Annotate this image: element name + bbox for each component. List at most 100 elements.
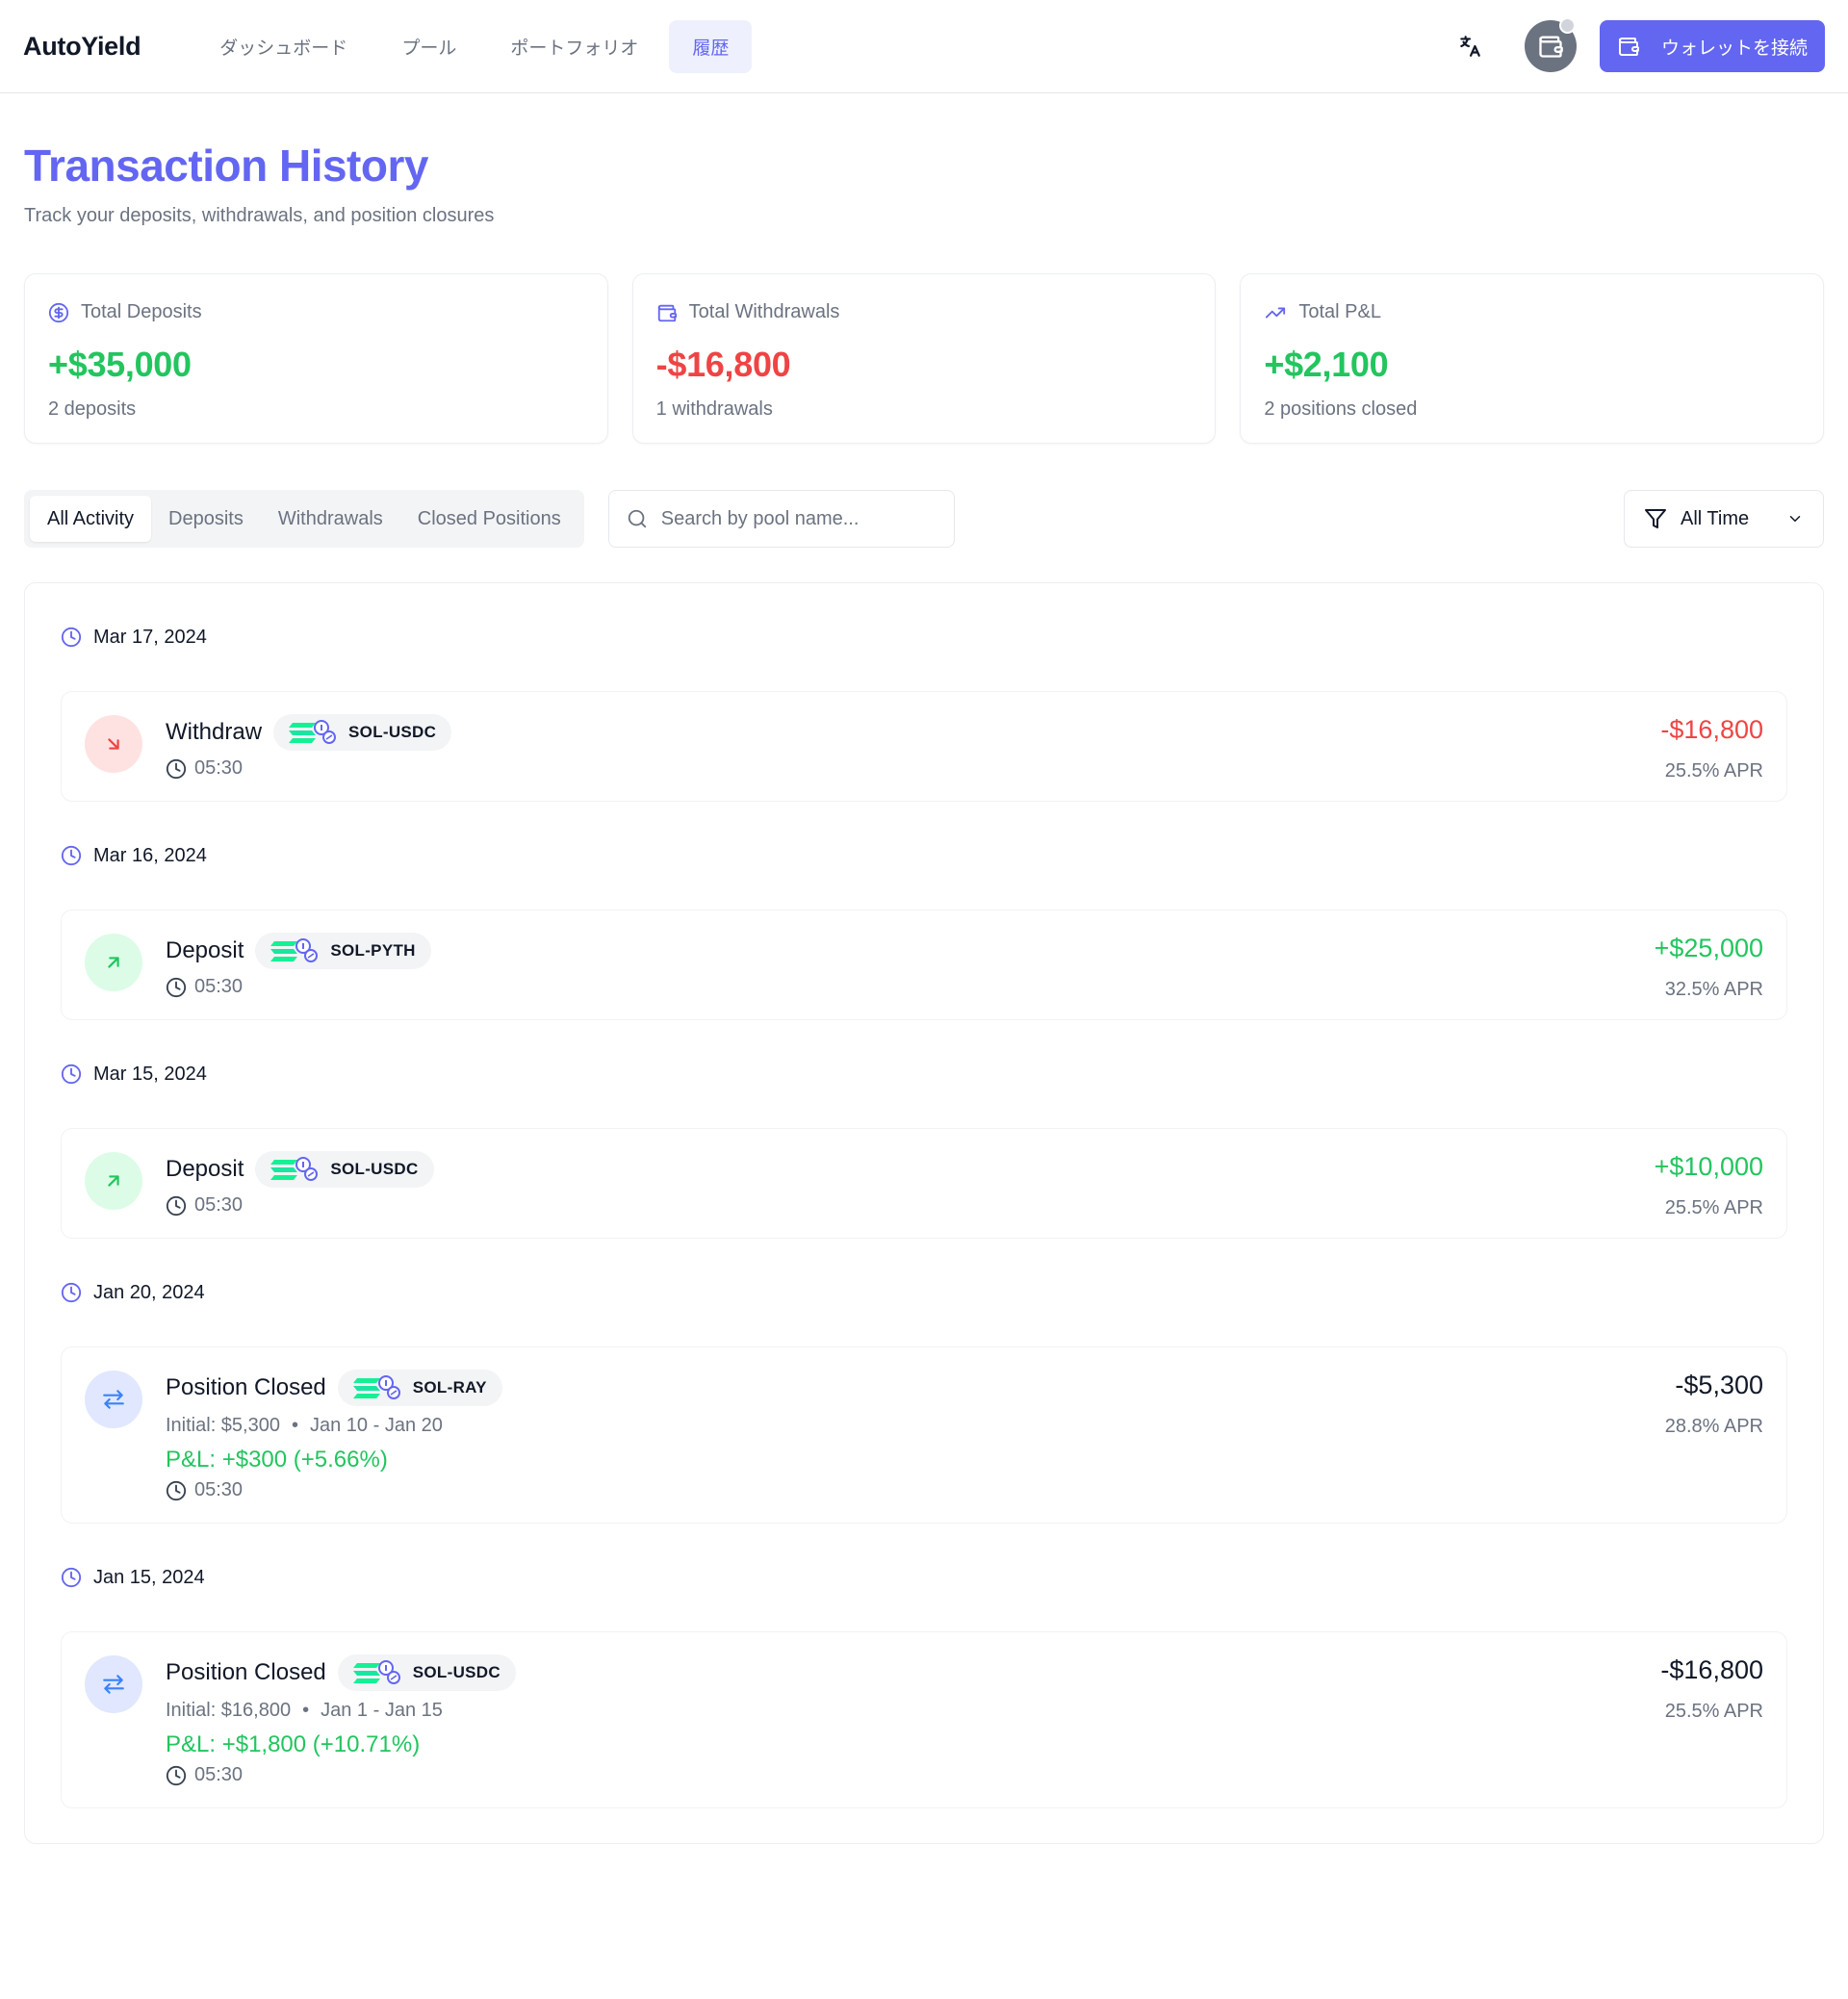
main-nav: ダッシュボード プール ポートフォリオ 履歴 xyxy=(196,19,753,73)
pool-badge[interactable]: SOL-USDC xyxy=(273,714,452,751)
pool-badge[interactable]: SOL-USDC xyxy=(337,1654,516,1691)
initial-amount: Initial: $5,300 xyxy=(166,1415,280,1436)
stat-value: +$2,100 xyxy=(1264,345,1389,384)
stat-card-total-deposits: Total Deposits +$35,000 2 deposits xyxy=(24,273,608,444)
transaction-amount: +$10,000 xyxy=(1654,1152,1763,1181)
clock-icon xyxy=(61,627,82,648)
transaction-time: 05:30 xyxy=(166,757,451,780)
clock-icon xyxy=(166,977,187,997)
swap-arrows-icon xyxy=(103,1675,124,1694)
arrow-down-right-icon xyxy=(108,738,119,750)
wallet-icon xyxy=(1539,36,1563,58)
nav-history[interactable]: 履歴 xyxy=(669,19,753,73)
nav-pools[interactable]: プール xyxy=(378,20,479,73)
tab-closed-positions[interactable]: Closed Positions xyxy=(400,496,578,542)
transaction-row[interactable]: Deposit SOL-PYTH 05:30 +$25,000 32.5% AP… xyxy=(61,910,1787,1020)
transaction-amount: -$16,800 xyxy=(1660,715,1763,744)
transaction-type-icon xyxy=(85,1371,142,1428)
transaction-amount-block: -$16,800 25.5% APR xyxy=(1660,1655,1763,1723)
transaction-amount: -$5,300 xyxy=(1675,1371,1763,1399)
transaction-list: Mar 17, 2024 Withdraw SOL-USDC 05:30 -$1… xyxy=(24,582,1824,1844)
group-date: Mar 17, 2024 xyxy=(93,626,207,648)
pool-badge[interactable]: SOL-PYTH xyxy=(255,933,431,969)
date-group: Jan 20, 2024 Position Closed SOL-RAY Ini… xyxy=(61,1262,1787,1524)
tab-deposits[interactable]: Deposits xyxy=(151,496,261,542)
pool-badge[interactable]: SOL-USDC xyxy=(255,1151,434,1188)
transaction-time: 05:30 xyxy=(166,1194,434,1217)
group-date: Jan 20, 2024 xyxy=(93,1281,205,1303)
transaction-details: Position Closed SOL-RAY Initial: $5,300 … xyxy=(166,1369,502,1501)
nav-dashboard[interactable]: ダッシュボード xyxy=(196,20,371,73)
time-value: 05:30 xyxy=(194,976,244,997)
arrow-up-right-icon xyxy=(108,1175,119,1187)
clock-icon xyxy=(61,845,82,866)
group-date: Mar 15, 2024 xyxy=(93,1063,207,1085)
tab-all-activity[interactable]: All Activity xyxy=(30,496,152,542)
nav-portfolio[interactable]: ポートフォリオ xyxy=(487,20,661,73)
transaction-amount-block: +$10,000 25.5% APR xyxy=(1655,1152,1763,1219)
transaction-row[interactable]: Withdraw SOL-USDC 05:30 -$16,800 25.5% A… xyxy=(61,691,1787,802)
transaction-type-icon xyxy=(85,934,142,991)
brand-logo[interactable]: AutoYield xyxy=(23,32,141,62)
group-date: Jan 15, 2024 xyxy=(93,1566,205,1588)
transaction-time: 05:30 xyxy=(166,1764,516,1786)
meta-separator: • xyxy=(302,1700,310,1721)
clock-icon xyxy=(61,1567,82,1588)
avatar[interactable] xyxy=(1524,17,1577,72)
position-details: Initial: $5,300 • Jan 10 - Jan 20 P&L: +$30… xyxy=(166,1415,502,1474)
clock-icon xyxy=(166,1195,187,1216)
stat-value: -$16,800 xyxy=(655,345,791,384)
group-date-header: Mar 16, 2024 xyxy=(61,825,1787,886)
stat-card-total-withdrawals: Total Withdrawals -$16,800 1 withdrawals xyxy=(631,273,1217,444)
stat-caption: 1 withdrawals xyxy=(655,398,773,420)
dollar-circle-icon xyxy=(48,302,69,322)
transaction-row[interactable]: Position Closed SOL-RAY Initial: $5,300 … xyxy=(61,1346,1787,1524)
filter-controls: All Activity Deposits Withdrawals Closed… xyxy=(24,490,1824,548)
stat-label: Total P&L xyxy=(1298,301,1381,322)
header-actions: ウォレットを接続 xyxy=(1444,17,1825,72)
transaction-type-icon xyxy=(85,1152,142,1210)
search-input[interactable] xyxy=(660,507,931,530)
wallet-icon xyxy=(657,304,677,321)
clock-icon xyxy=(166,1765,187,1785)
stat-caption: 2 positions closed xyxy=(1264,398,1418,420)
filter-icon xyxy=(1645,509,1666,528)
time-value: 05:30 xyxy=(194,1764,244,1785)
top-navigation-bar: AutoYield ダッシュボード プール ポートフォリオ 履歴 ウォレットを接… xyxy=(0,0,1848,93)
swap-arrows-icon xyxy=(103,1390,124,1409)
pool-token-icon xyxy=(352,1375,400,1399)
pool-badge[interactable]: SOL-RAY xyxy=(337,1370,502,1406)
transaction-type: Position Closed xyxy=(166,1659,326,1685)
stat-card-total-pnl: Total P&L +$2,100 2 positions closed xyxy=(1240,273,1825,444)
clock-icon xyxy=(166,758,187,779)
transaction-type: Deposit xyxy=(166,937,244,963)
transaction-type: Deposit xyxy=(166,1156,244,1182)
time-filter-value: All Time xyxy=(1681,507,1750,529)
time-filter-dropdown[interactable]: All Time xyxy=(1624,490,1824,548)
position-meta: Initial: $5,300 • Jan 10 - Jan 20 xyxy=(166,1415,502,1437)
transaction-time: 05:30 xyxy=(166,1479,502,1501)
transaction-row[interactable]: Position Closed SOL-USDC Initial: $16,80… xyxy=(61,1631,1787,1808)
pool-token-icon xyxy=(289,720,337,744)
tab-withdrawals[interactable]: Withdrawals xyxy=(261,496,400,542)
transaction-amount-block: -$16,800 25.5% APR xyxy=(1660,715,1763,782)
pool-name: SOL-USDC xyxy=(412,1663,500,1681)
transaction-apr: 32.5% APR xyxy=(1664,979,1763,1000)
connect-wallet-button[interactable]: ウォレットを接続 xyxy=(1599,20,1825,72)
initial-amount: Initial: $16,800 xyxy=(166,1700,292,1721)
time-value: 05:30 xyxy=(194,1479,244,1500)
date-range: Jan 1 - Jan 15 xyxy=(321,1700,443,1721)
transaction-type-icon xyxy=(85,1655,142,1713)
language-toggle-button[interactable] xyxy=(1444,20,1496,72)
transaction-details: Withdraw SOL-USDC 05:30 xyxy=(166,713,452,780)
pool-token-icon xyxy=(270,938,319,962)
group-date-header: Jan 20, 2024 xyxy=(61,1262,1787,1323)
transaction-row[interactable]: Deposit SOL-USDC 05:30 +$10,000 25.5% AP… xyxy=(61,1128,1787,1239)
date-group: Mar 15, 2024 Deposit SOL-USDC 05:30 +$10… xyxy=(61,1043,1787,1239)
history-page: Transaction History Track your deposits,… xyxy=(0,140,1848,1844)
transaction-apr: 25.5% APR xyxy=(1664,760,1763,782)
clock-icon xyxy=(61,1282,82,1303)
pnl-value: P&L: +$300 (+5.66%) xyxy=(166,1447,388,1473)
group-date-header: Jan 15, 2024 xyxy=(61,1547,1787,1608)
time-value: 05:30 xyxy=(194,757,244,779)
